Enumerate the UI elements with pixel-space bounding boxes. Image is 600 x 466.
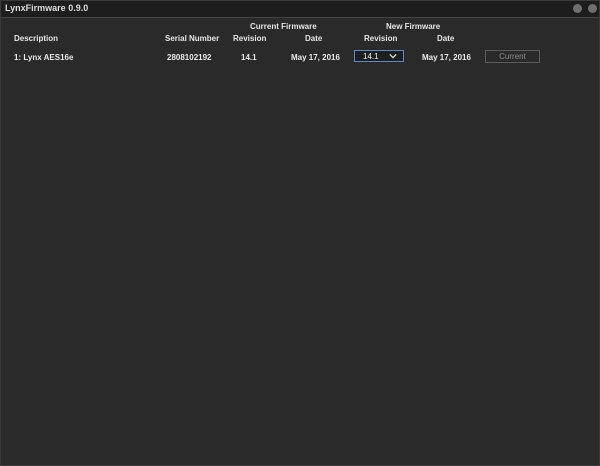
current-firmware-group-header: Current Firmware xyxy=(250,22,317,31)
column-header-new-revision: Revision xyxy=(364,34,398,43)
close-button[interactable] xyxy=(588,4,597,13)
serial-number: 2808102192 xyxy=(167,53,212,62)
window-title: LynxFirmware 0.9.0 xyxy=(5,3,89,13)
new-revision-value: 14.1 xyxy=(363,52,379,61)
current-button[interactable]: Current xyxy=(485,50,540,63)
column-header-description: Description xyxy=(14,34,59,43)
column-header-current-revision: Revision xyxy=(233,34,267,43)
new-revision-select[interactable]: 14.1 xyxy=(354,50,404,62)
app-window: LynxFirmware 0.9.0 Current Firmware New … xyxy=(0,0,600,466)
new-firmware-group-header: New Firmware xyxy=(386,22,441,31)
column-header-new-date: Date xyxy=(437,34,455,43)
current-revision: 14.1 xyxy=(241,53,257,62)
chevron-down-icon xyxy=(389,53,397,59)
minimize-button[interactable] xyxy=(573,4,582,13)
device-description: 1: Lynx AES16e xyxy=(14,53,74,62)
column-header-current-date: Date xyxy=(305,34,323,43)
new-date: May 17, 2016 xyxy=(422,53,471,62)
current-date: May 17, 2016 xyxy=(291,53,340,62)
title-bar[interactable]: LynxFirmware 0.9.0 xyxy=(1,1,599,18)
column-header-serial-number: Serial Number xyxy=(165,34,220,43)
